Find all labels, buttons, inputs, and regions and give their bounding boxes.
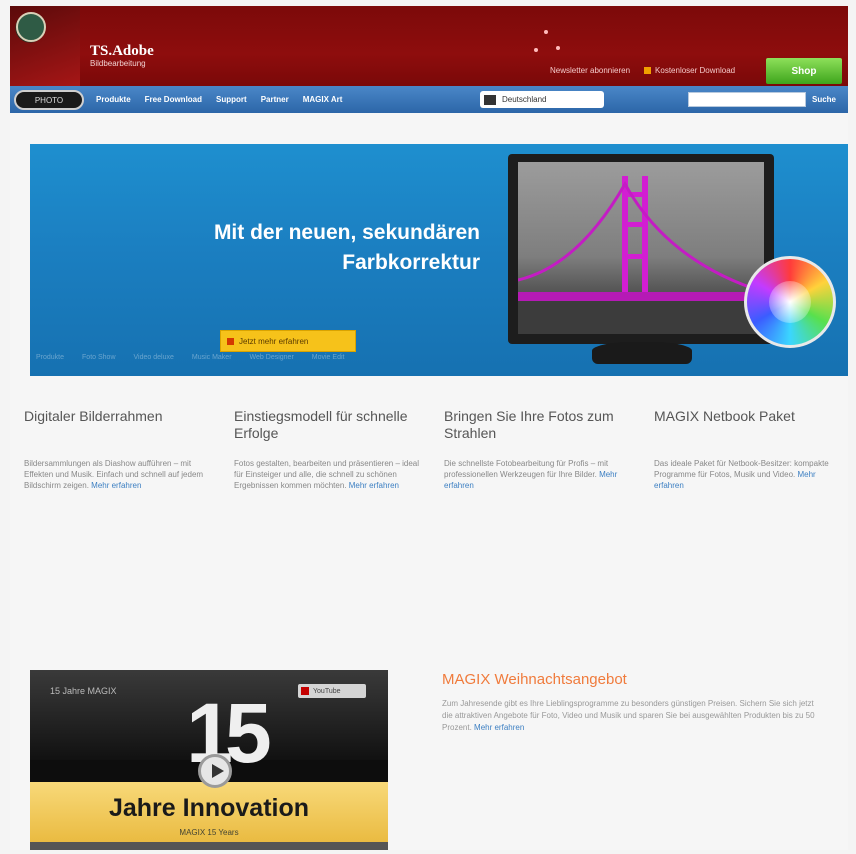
- feature-text: Die schnellste Fotobearbeitung für Profi…: [444, 459, 618, 490]
- feature-card: Digitaler Bilderrahmen Bildersammlungen …: [24, 408, 220, 491]
- nav-items: Produkte Free Download Support Partner M…: [96, 86, 342, 113]
- decorative-dots: [530, 26, 570, 66]
- language-label: Deutschland: [502, 95, 547, 104]
- video-player[interactable]: 15 Jahre MAGIX YouTube 15 Jahre Innovati…: [30, 670, 388, 850]
- search-button[interactable]: Suche: [812, 92, 836, 107]
- strip-item[interactable]: Produkte: [36, 354, 64, 366]
- video-controls[interactable]: [30, 842, 388, 850]
- promo-text: Zum Jahresende gibt es Ihre Lieblingspro…: [442, 699, 815, 732]
- download-link[interactable]: Kostenloser Download: [644, 66, 735, 75]
- strip-item[interactable]: Foto Show: [82, 354, 115, 366]
- bridge-illustration: [518, 176, 764, 334]
- nav-item-support[interactable]: Support: [216, 95, 247, 104]
- header-links: Newsletter abonnieren Kostenloser Downlo…: [550, 66, 735, 75]
- feature-more-link[interactable]: Mehr erfahren: [91, 481, 141, 490]
- brand-wordmark[interactable]: TS.Adobe Bildbearbeitung: [90, 44, 180, 72]
- hero-banner[interactable]: Mit der neuen, sekundären Farbkorrektur …: [30, 144, 848, 376]
- video-headline: Jahre Innovation: [108, 794, 310, 822]
- hero-cta-button[interactable]: Jetzt mehr erfahren: [220, 330, 356, 352]
- download-icon: [644, 67, 652, 74]
- play-button-icon[interactable]: [198, 754, 232, 788]
- strip-item[interactable]: Video deluxe: [134, 354, 174, 366]
- feature-card: Einstiegsmodell für schnelle Erfolge Fot…: [234, 408, 430, 491]
- nav-item-products[interactable]: Produkte: [96, 95, 131, 104]
- brand-subtitle: Bildbearbeitung: [90, 59, 146, 68]
- promo-more-link[interactable]: Mehr erfahren: [474, 723, 524, 732]
- video-subtitle: MAGIX 15 Years: [179, 828, 239, 837]
- feature-title[interactable]: MAGIX Netbook Paket: [654, 408, 840, 448]
- feature-card: Bringen Sie Ihre Fotos zum Strahlen Die …: [444, 408, 640, 491]
- color-wheel-icon: [744, 256, 836, 348]
- feature-title[interactable]: Bringen Sie Ihre Fotos zum Strahlen: [444, 408, 640, 448]
- site-logo[interactable]: [10, 6, 80, 86]
- strip-item[interactable]: Music Maker: [192, 354, 232, 366]
- youtube-badge[interactable]: YouTube: [298, 684, 366, 698]
- feature-text: Bildersammlungen als Diashow aufführen –…: [24, 459, 204, 490]
- monitor-stand: [592, 342, 692, 364]
- flag-icon: [484, 94, 496, 105]
- arrow-icon: [227, 337, 234, 345]
- newsletter-link[interactable]: Newsletter abonnieren: [550, 66, 630, 75]
- feature-title[interactable]: Digitaler Bilderrahmen: [24, 408, 220, 448]
- hero-cta-label: Jetzt mehr erfahren: [239, 336, 309, 346]
- feature-text: Fotos gestalten, bearbeiten und präsenti…: [234, 459, 420, 490]
- bridge-photo: [518, 162, 764, 334]
- video-title: 15 Jahre MAGIX: [50, 686, 117, 696]
- promo-title[interactable]: MAGIX Weihnachtsangebot: [442, 670, 822, 690]
- hero-title: Mit der neuen, sekundären Farbkorrektur: [213, 221, 480, 274]
- brand-title: TS.Adobe: [90, 43, 154, 59]
- strip-item[interactable]: Movie Edit: [312, 354, 345, 366]
- hero-product-strip: Produkte Foto Show Video deluxe Music Ma…: [36, 354, 506, 366]
- nav-item-free-download[interactable]: Free Download: [145, 95, 202, 104]
- nav-item-partner[interactable]: Partner: [261, 95, 289, 104]
- search-input[interactable]: [688, 92, 806, 107]
- youtube-icon: [301, 687, 309, 695]
- strip-item[interactable]: Web Designer: [250, 354, 294, 366]
- monitor-image: [508, 154, 774, 344]
- nav-item-magix-art[interactable]: MAGIX Art: [303, 95, 343, 104]
- feature-card: MAGIX Netbook Paket Das ideale Paket für…: [654, 408, 840, 491]
- browser-viewport: TS.Adobe Bildbearbeitung Newsletter abon…: [10, 6, 848, 850]
- promo-section: MAGIX Weihnachtsangebot Zum Jahresende g…: [442, 670, 822, 734]
- main-nav: PHOTO Produkte Free Download Support Par…: [10, 86, 848, 113]
- feature-text: Das ideale Paket für Netbook-Besitzer: k…: [654, 459, 829, 490]
- logo-emblem-icon: [16, 12, 46, 42]
- feature-more-link[interactable]: Mehr erfahren: [349, 481, 399, 490]
- language-select[interactable]: Deutschland: [480, 91, 604, 108]
- nav-logo[interactable]: PHOTO: [14, 90, 84, 110]
- site-header: TS.Adobe Bildbearbeitung Newsletter abon…: [10, 6, 848, 86]
- shop-button[interactable]: Shop: [766, 58, 842, 84]
- feature-title[interactable]: Einstiegsmodell für schnelle Erfolge: [234, 408, 430, 448]
